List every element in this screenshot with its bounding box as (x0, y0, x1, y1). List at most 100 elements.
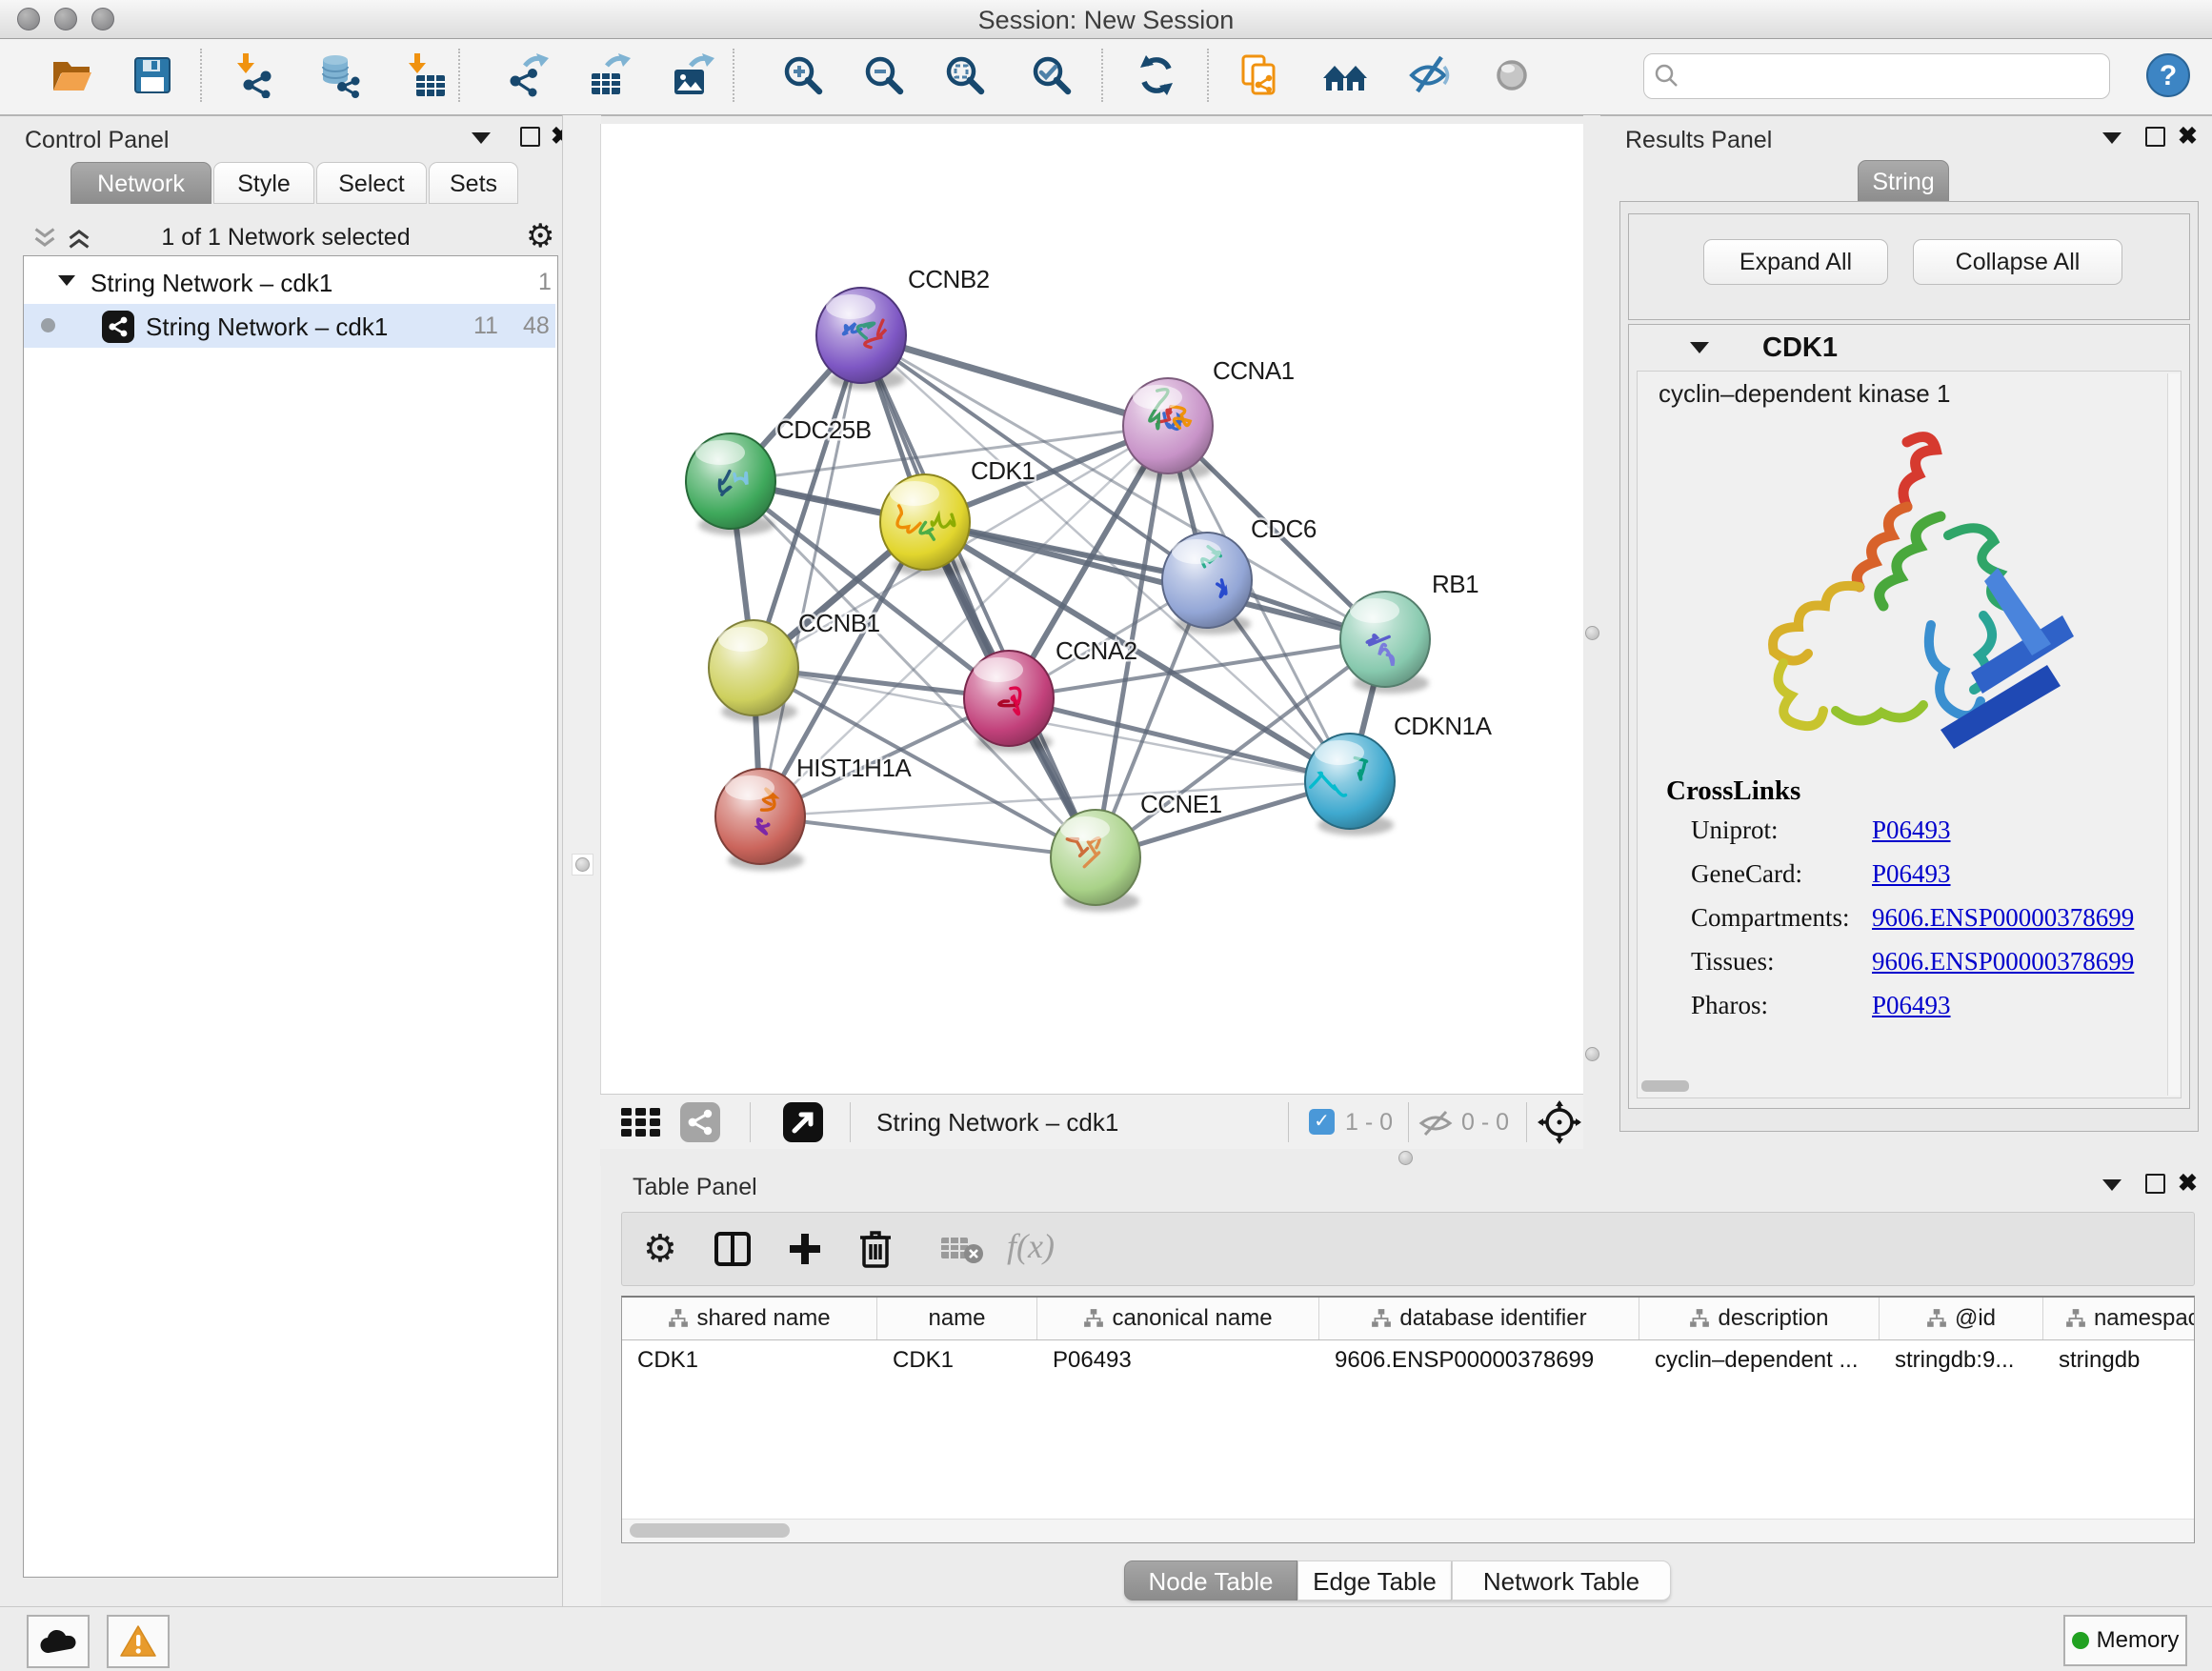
export-network-icon[interactable] (504, 52, 550, 98)
zoom-out-icon[interactable] (861, 52, 907, 98)
right-splitter-handle[interactable] (1585, 626, 1599, 640)
network-collection-row[interactable]: String Network – cdk1 1 (24, 260, 555, 304)
float-panel-icon[interactable] (520, 127, 540, 147)
tab-string[interactable]: String (1858, 160, 1949, 202)
export-image-icon[interactable] (670, 52, 715, 98)
search-input[interactable] (1688, 58, 2101, 92)
table-hscrollbar-thumb[interactable] (630, 1523, 790, 1538)
tab-network[interactable]: Network (70, 162, 211, 204)
tab-style[interactable]: Style (213, 162, 314, 204)
details-scrollbar[interactable] (2167, 373, 2180, 1096)
horizontal-splitter[interactable] (600, 1149, 2212, 1166)
cell-description: cyclin–dependent ... (1639, 1340, 1880, 1380)
network-node-RB1[interactable]: RB1 (1340, 570, 1478, 694)
expand-all-icon[interactable] (67, 226, 91, 251)
zoom-selected-icon[interactable] (1029, 52, 1075, 98)
import-network-file-icon[interactable] (233, 52, 279, 98)
results-buttons-box: Expand All Collapse All (1628, 213, 2190, 320)
add-column-icon[interactable] (786, 1230, 824, 1268)
duplicate-network-icon[interactable] (1237, 52, 1283, 98)
delete-table-icon[interactable] (940, 1236, 984, 1264)
network-node-CCNE1[interactable]: CCNE1 (1051, 790, 1222, 912)
grid-view-icon[interactable] (621, 1108, 663, 1137)
export-table-icon[interactable] (586, 52, 632, 98)
column-header-id[interactable]: @id (1880, 1298, 2043, 1339)
import-network-database-icon[interactable] (317, 52, 363, 98)
home-icon[interactable] (1322, 52, 1368, 98)
table-panel-title: Table Panel (633, 1174, 757, 1201)
network-edge[interactable] (760, 816, 1096, 857)
crosslink-pharos[interactable]: P06493 (1872, 991, 1951, 1020)
network-edge[interactable] (861, 335, 1168, 426)
selected-nodes-checkbox-icon[interactable]: ✓ (1309, 1109, 1335, 1135)
network-node-CCNB1[interactable]: CCNB1 (709, 609, 880, 722)
crosslink-compartments[interactable]: 9606.ENSP00000378699 (1872, 903, 2134, 933)
network-node-CCNB2[interactable]: CCNB2 (816, 265, 990, 390)
collection-expand-icon[interactable] (58, 275, 75, 286)
tab-edge-table[interactable]: Edge Table (1297, 1560, 1452, 1601)
column-header-canonical-name[interactable]: canonical name (1037, 1298, 1319, 1339)
preview-icon[interactable] (1489, 52, 1535, 98)
tab-select[interactable]: Select (316, 162, 427, 204)
memory-button[interactable]: Memory (2063, 1615, 2187, 1666)
share-network-icon[interactable] (680, 1102, 720, 1142)
crosslink-uniprot[interactable]: P06493 (1872, 815, 1951, 845)
warning-button[interactable] (107, 1615, 170, 1668)
left-splitter-handle[interactable] (575, 857, 590, 872)
crosslink-tissues[interactable]: 9606.ENSP00000378699 (1872, 947, 2134, 976)
column-header-description[interactable]: description (1639, 1298, 1880, 1339)
column-header-shared-name[interactable]: shared name (622, 1298, 877, 1339)
select-columns-icon[interactable] (714, 1230, 752, 1268)
crosslink-genecard[interactable]: P06493 (1872, 859, 1951, 889)
birdseye-crosshair-icon[interactable] (1538, 1100, 1581, 1144)
protein-structure-image (1712, 425, 2083, 783)
column-header-namespace[interactable]: namespace (2043, 1298, 2195, 1339)
panel-menu-icon[interactable] (472, 132, 491, 144)
float-panel-icon[interactable] (2145, 127, 2165, 147)
zoom-in-icon[interactable] (780, 52, 826, 98)
left-splitter[interactable] (562, 115, 601, 1606)
open-in-new-window-icon[interactable] (783, 1102, 823, 1142)
collapse-all-button[interactable]: Collapse All (1913, 239, 2122, 285)
cytoscape-window: Session: New Session ? Control Panel (0, 0, 2212, 1671)
mini-scrollbar-thumb[interactable] (1641, 1080, 1689, 1092)
hide-graphics-details-icon[interactable] (1406, 52, 1452, 98)
tab-sets[interactable]: Sets (429, 162, 518, 204)
network-options-gear-icon[interactable]: ⚙ (526, 220, 554, 252)
separator (750, 1102, 751, 1142)
close-panel-icon[interactable]: ✖ (2178, 1172, 2198, 1196)
table-settings-gear-icon[interactable]: ⚙ (643, 1230, 677, 1268)
network-edge[interactable] (760, 335, 861, 816)
cell-id: stringdb:9... (1880, 1340, 2043, 1380)
tab-network-table[interactable]: Network Table (1452, 1560, 1671, 1601)
crosslink-label: Tissues: (1691, 947, 1775, 976)
panel-menu-icon[interactable] (2102, 132, 2122, 144)
network-graph[interactable]: CCNB2CCNA1CDC25BCDK1CDC6RB1CCNB1CCNA2CDK… (601, 124, 1584, 1094)
right-splitter-handle-2[interactable] (1585, 1047, 1599, 1061)
panel-menu-icon[interactable] (2102, 1179, 2122, 1191)
collapse-gene-icon[interactable] (1690, 342, 1709, 353)
tab-node-table[interactable]: Node Table (1124, 1560, 1297, 1601)
horizontal-splitter-handle[interactable] (1398, 1151, 1413, 1165)
close-panel-icon[interactable]: ✖ (2178, 125, 2198, 149)
expand-all-button[interactable]: Expand All (1703, 239, 1888, 285)
column-header-name[interactable]: name (877, 1298, 1037, 1339)
delete-column-icon[interactable] (856, 1228, 895, 1270)
table-row[interactable]: CDK1 CDK1 P06493 9606.ENSP00000378699 cy… (622, 1340, 2194, 1380)
open-session-icon[interactable] (49, 52, 94, 98)
column-header-database-identifier[interactable]: database identifier (1319, 1298, 1639, 1339)
table-hscrollbar[interactable] (622, 1519, 2194, 1542)
network-node-CDKN1A[interactable]: CDKN1A (1305, 712, 1493, 836)
collapse-all-icon[interactable] (32, 226, 57, 251)
network-canvas[interactable]: CCNB2CCNA1CDC25BCDK1CDC6RB1CCNB1CCNA2CDK… (600, 124, 1584, 1094)
save-session-icon[interactable] (130, 52, 175, 98)
float-panel-icon[interactable] (2145, 1174, 2165, 1194)
network-node-CCNA1[interactable]: CCNA1 (1123, 356, 1295, 480)
cloud-button[interactable] (27, 1615, 90, 1668)
import-table-file-icon[interactable] (405, 52, 451, 98)
zoom-fit-icon[interactable] (942, 52, 988, 98)
help-icon[interactable]: ? (2145, 52, 2191, 98)
network-row-selected[interactable]: String Network – cdk1 11 48 (24, 304, 555, 348)
refresh-view-icon[interactable] (1134, 52, 1179, 98)
right-splitter[interactable] (1583, 115, 1600, 1149)
